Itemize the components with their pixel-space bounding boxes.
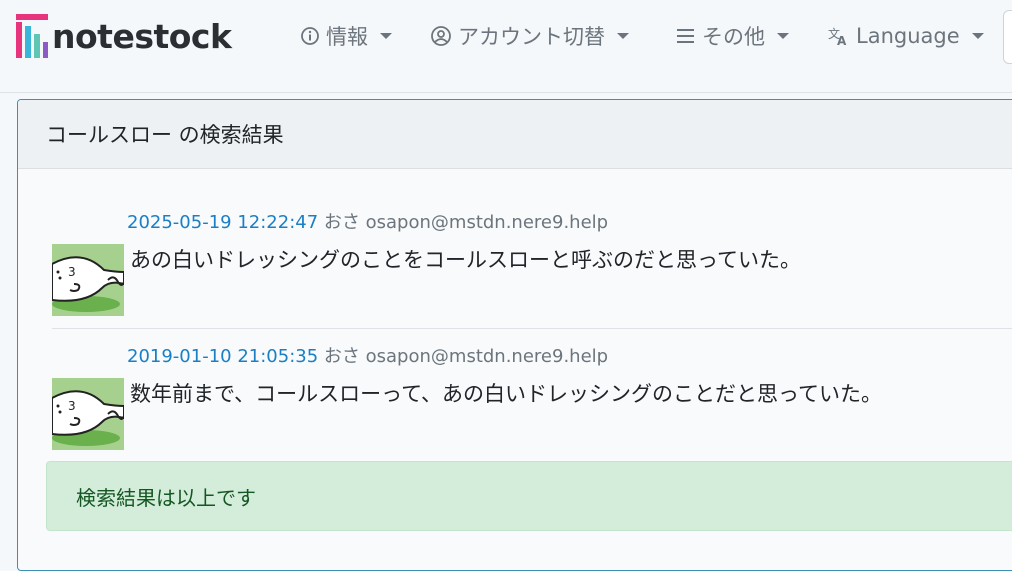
- translate-icon: 文A: [828, 26, 850, 46]
- chevron-down-icon: [617, 33, 629, 39]
- result-meta: 2025-05-19 12:22:47 おさ osapon@mstdn.nere…: [127, 208, 608, 234]
- search-results-card: コールスロー の検索結果 2025-05-19 12:22:47 おさ osap…: [17, 99, 1012, 571]
- result-display-name: おさ: [323, 346, 360, 367]
- top-navbar: notestock 情報 アカウント切替 その他 文A Language: [0, 0, 1012, 93]
- result-handle: osapon@mstdn.nere9.help: [365, 212, 609, 233]
- info-circle-icon: [300, 26, 320, 46]
- result-meta: 2019-01-10 21:05:35 おさ osapon@mstdn.nere…: [127, 342, 608, 368]
- svg-text:A: A: [837, 34, 847, 46]
- hamburger-menu-icon: [676, 27, 696, 45]
- search-input[interactable]: [1003, 10, 1012, 64]
- nav-language-dropdown[interactable]: 文A Language: [828, 18, 984, 54]
- user-switch-icon: [430, 25, 452, 47]
- chevron-down-icon: [971, 33, 984, 39]
- brand-name: notestock: [52, 16, 232, 56]
- brand-logo[interactable]: notestock: [16, 14, 232, 58]
- avatar[interactable]: 3: [52, 244, 124, 316]
- result-handle: osapon@mstdn.nere9.help: [365, 346, 609, 367]
- nav-other-dropdown[interactable]: その他: [676, 18, 789, 54]
- result-timestamp-link[interactable]: 2019-01-10 21:05:35: [127, 346, 318, 367]
- nav-info-label: 情報: [326, 25, 368, 49]
- nav-language-label: Language: [856, 24, 960, 48]
- nav-account-switch-label: アカウント切替: [458, 25, 605, 49]
- notestock-logo-icon: [16, 14, 48, 58]
- nav-account-switch-dropdown[interactable]: アカウント切替: [430, 18, 629, 54]
- search-results-title: コールスロー の検索結果: [18, 100, 1012, 169]
- nav-other-label: その他: [702, 25, 765, 49]
- end-of-results-alert: 検索結果は以上です: [46, 461, 1012, 531]
- result-divider: [52, 328, 1012, 329]
- result-display-name: おさ: [323, 212, 360, 233]
- result-text: あの白いドレッシングのことをコールスローと呼ぶのだと思っていた。: [130, 248, 801, 272]
- result-text: 数年前まで、コールスローって、あの白いドレッシングのことだと思っていた。: [130, 382, 883, 406]
- svg-text:3: 3: [68, 399, 76, 413]
- chevron-down-icon: [380, 33, 392, 39]
- chevron-down-icon: [777, 33, 789, 39]
- nav-info-dropdown[interactable]: 情報: [300, 18, 392, 54]
- avatar[interactable]: 3: [52, 378, 124, 450]
- svg-text:3: 3: [68, 265, 76, 279]
- result-timestamp-link[interactable]: 2025-05-19 12:22:47: [127, 212, 318, 233]
